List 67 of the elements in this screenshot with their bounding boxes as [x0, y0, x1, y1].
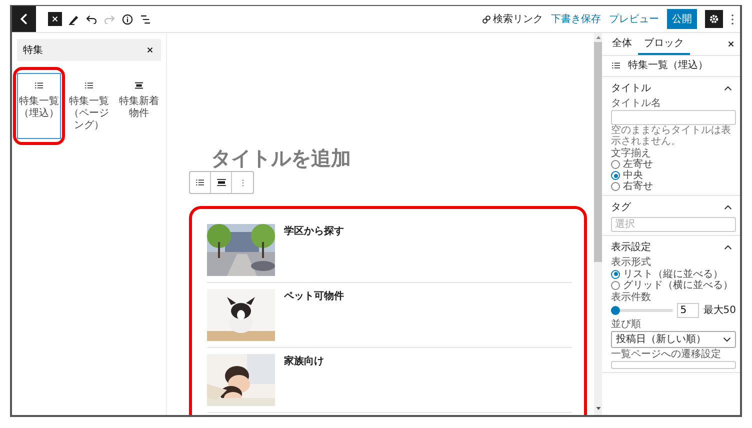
- search-input[interactable]: 特集: [23, 44, 143, 56]
- clear-icon[interactable]: [147, 47, 153, 53]
- search-link[interactable]: 検索リンク: [482, 12, 543, 26]
- block-item[interactable]: 特集一覧（埋込）: [17, 73, 61, 139]
- block-item[interactable]: 特集新着物件: [117, 73, 161, 139]
- back-button[interactable]: [12, 6, 36, 32]
- chevron-up-icon[interactable]: [724, 244, 732, 250]
- entry-title[interactable]: ペット可物件: [284, 289, 344, 341]
- entry-title[interactable]: 家族向け: [284, 354, 324, 406]
- chevron-down-icon[interactable]: [723, 336, 731, 342]
- hint-text: 空のままならタイトルは表示されません。: [611, 124, 732, 146]
- link-field[interactable]: [611, 360, 736, 368]
- order-select[interactable]: 投稿日（新しい順）: [611, 330, 736, 348]
- search-field[interactable]: 特集: [17, 39, 161, 61]
- save-draft-link[interactable]: 下書き保存: [551, 12, 601, 26]
- chevron-up-icon[interactable]: [724, 205, 732, 210]
- publish-button[interactable]: 公開: [667, 9, 697, 29]
- field-label: 文字揃え: [611, 148, 652, 158]
- settings-icon: [709, 14, 719, 24]
- close-button[interactable]: [48, 12, 62, 26]
- undo-icon: [86, 14, 96, 24]
- redo-icon: [104, 14, 114, 24]
- block-item[interactable]: 特集一覧（ページング）: [67, 73, 111, 139]
- count-field[interactable]: 5: [677, 303, 700, 318]
- block-icon: [135, 82, 143, 89]
- close-icon[interactable]: [728, 41, 734, 47]
- list-icon: [35, 82, 43, 89]
- entry-title[interactable]: 学区から探す: [284, 224, 344, 276]
- settings-button[interactable]: [705, 10, 723, 28]
- list-icon: [85, 82, 93, 89]
- field-label: 一覧ページへの遷移設定: [611, 349, 722, 360]
- close-icon: [52, 16, 58, 22]
- info-icon: [122, 14, 132, 24]
- panel-heading[interactable]: タグ: [611, 202, 631, 214]
- radio-option[interactable]: グリッド（横に並べる）: [611, 280, 736, 290]
- scroll-up-icon[interactable]: [596, 36, 600, 39]
- back-icon: [20, 13, 28, 25]
- more-icon[interactable]: [731, 14, 734, 24]
- field-label: 表示件数: [611, 292, 652, 303]
- align-icon: [216, 179, 226, 186]
- chevron-up-icon[interactable]: [724, 86, 732, 91]
- radio-option[interactable]: 右寄せ: [611, 181, 736, 192]
- panel-heading[interactable]: タイトル: [611, 82, 651, 94]
- sidebar-tab[interactable]: 全体: [606, 33, 638, 55]
- radio-option[interactable]: 中央: [611, 170, 736, 181]
- link-icon: [482, 14, 491, 24]
- radio-option[interactable]: リスト（縦に並べる）: [611, 268, 736, 280]
- pencil-icon: [68, 14, 78, 24]
- info-button[interactable]: [120, 12, 134, 26]
- radio-option[interactable]: 左寄せ: [611, 159, 736, 170]
- scroll-down-icon[interactable]: [596, 407, 600, 410]
- panel-heading[interactable]: 表示設定: [611, 242, 651, 253]
- list-icon: [196, 179, 204, 186]
- field-label: 表示形式: [611, 257, 652, 268]
- title-field[interactable]: [611, 110, 736, 124]
- field-label: 並び順: [611, 319, 642, 330]
- tag-field[interactable]: 選択: [611, 216, 736, 232]
- block-name: 特集一覧（埋込）: [628, 60, 708, 72]
- count-slider[interactable]: [611, 309, 674, 312]
- max-label: 最大50: [703, 304, 736, 316]
- outline-icon: [140, 14, 150, 24]
- sidebar-tab[interactable]: ブロック: [638, 33, 690, 55]
- preview-link[interactable]: プレビュー: [609, 12, 659, 26]
- title-placeholder[interactable]: タイトルを追加: [211, 145, 351, 172]
- field-label: タイトル名: [611, 98, 662, 110]
- list-icon: [612, 62, 620, 70]
- scrollbar[interactable]: [594, 33, 602, 415]
